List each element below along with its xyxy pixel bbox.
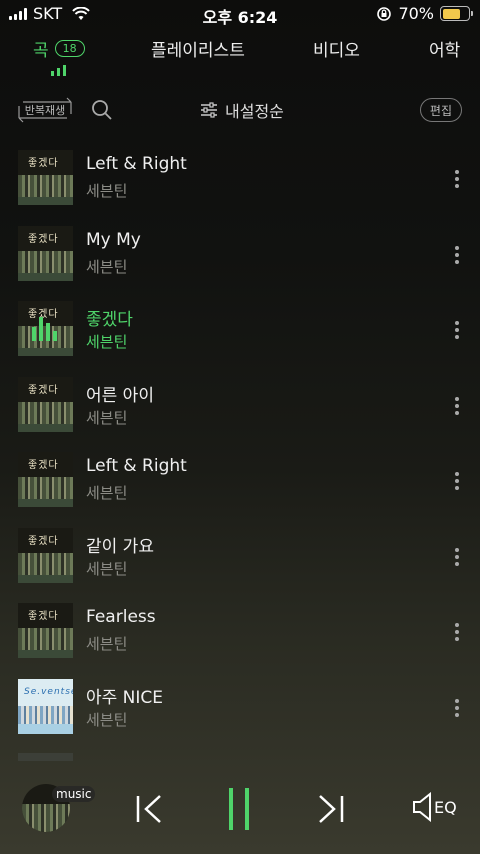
song-artist: 세븐틴 [86, 484, 128, 502]
more-options-icon[interactable] [447, 168, 467, 190]
song-artist: 세븐틴 [86, 182, 128, 200]
now-playing-indicator-icon [51, 64, 66, 76]
sort-label: 내설정순 [225, 102, 284, 121]
song-row[interactable]: 좋겠다 Fearless 세븐틴 [0, 599, 480, 675]
song-title: 좋겠다 [86, 310, 133, 330]
song-row[interactable]: 좋겠다 같이 가요세븐틴 [0, 524, 480, 600]
tab-playlist[interactable]: 플레이리스트 [151, 36, 245, 61]
song-row[interactable]: Se.ventsen 아주 NICE 세븐틴 [0, 675, 480, 751]
battery-percent: 70% [398, 4, 434, 23]
song-title: 같이 가요 [86, 536, 154, 557]
song-title: 아주 NICE [86, 687, 164, 708]
album-art-text: Se.ventsen [24, 686, 73, 697]
speaker-icon [413, 792, 431, 822]
more-options-icon[interactable] [447, 244, 467, 266]
repeat-label: 반복재생 [24, 104, 66, 117]
song-artist: 세븐틴 [86, 408, 128, 427]
more-options-icon[interactable] [447, 621, 467, 643]
song-title: Fearless [86, 607, 156, 627]
battery-fill [442, 8, 460, 19]
song-title: My My [86, 229, 141, 250]
song-row[interactable]: 좋겠다 Left & Right 세븐틴 [0, 146, 480, 222]
song-list: 좋겠다 Left & Right 세븐틴 좋겠다 My My 세븐틴 좋겠다 좋겠다 세븐틴 좋겠… [0, 146, 480, 750]
previous-track-icon[interactable] [134, 794, 166, 824]
album-art-text: 좋겠다 [28, 158, 59, 169]
album-art-text: 좋겠다 [28, 384, 59, 396]
rotation-lock-icon [377, 6, 392, 21]
playing-equalizer-icon [32, 315, 57, 341]
eq-button[interactable]: EQ [412, 792, 457, 822]
tab-songs[interactable]: 곡 18 [33, 36, 85, 61]
tab-video[interactable]: 비디오 [313, 36, 360, 61]
album-art: Se.ventsen [18, 678, 73, 734]
song-artist: 세븐틴 [86, 333, 128, 351]
song-artist: 세븐틴 [86, 257, 128, 276]
more-options-icon[interactable] [447, 319, 467, 341]
more-options-icon[interactable] [447, 395, 467, 417]
album-art-text: 좋겠다 [28, 535, 59, 547]
song-row[interactable]: 좋겠다 Left & Right 세븐틴 [0, 448, 480, 524]
repeat-button[interactable]: 반복재생 [17, 96, 73, 124]
more-options-icon[interactable] [447, 697, 467, 719]
eq-label: EQ [434, 797, 457, 817]
song-title: 어른 아이 [86, 385, 154, 406]
album-art: 좋겠다 [18, 301, 73, 356]
song-row[interactable]: 좋겠다 My My 세븐틴 [0, 222, 480, 298]
song-row[interactable]: 좋겠다 어른 아이세븐틴 [0, 373, 480, 449]
song-title: Left & Right [86, 154, 187, 174]
edit-button[interactable]: 편집 [419, 98, 462, 122]
list-toolbar: 반복재생 내설정순 편집 [0, 94, 480, 128]
tab-study[interactable]: 어학 [429, 36, 460, 61]
album-art: 좋겠다 [18, 527, 73, 583]
album-art: 좋겠다 [18, 603, 73, 658]
song-artist: 세븐틴 [86, 559, 128, 578]
partial-album-art [18, 753, 73, 761]
album-art-text: 좋겠다 [28, 460, 59, 471]
album-art: 좋겠다 [18, 225, 73, 281]
sort-settings-icon [201, 102, 217, 118]
next-track-icon[interactable] [314, 794, 346, 824]
album-art: 좋겠다 [18, 376, 73, 432]
mini-player: music EQ [0, 770, 480, 854]
status-bar: SKT 오후 6:24 70% [0, 0, 480, 28]
album-art-text: 좋겠다 [28, 611, 59, 622]
tab-songs-label: 곡 [33, 41, 49, 61]
song-title: Left & Right [86, 456, 187, 476]
album-art: 좋겠다 [18, 452, 73, 507]
album-art-text: 좋겠다 [28, 233, 59, 245]
battery-icon [440, 6, 473, 21]
more-options-icon[interactable] [447, 546, 467, 568]
more-options-icon[interactable] [447, 470, 467, 492]
sort-button[interactable]: 내설정순 [200, 98, 284, 122]
pause-icon[interactable] [224, 786, 254, 832]
category-tabs: 곡 18 플레이리스트 비디오 어학 [0, 36, 480, 61]
song-row[interactable]: 좋겠다 좋겠다세븐틴 [0, 297, 480, 373]
music-source-label: music [52, 786, 96, 802]
status-right: 70% [376, 4, 473, 23]
song-artist: 세븐틴 [86, 710, 128, 729]
album-art: 좋겠다 [18, 150, 73, 205]
search-icon[interactable] [91, 99, 113, 121]
song-artist: 세븐틴 [86, 635, 128, 653]
songs-count-badge: 18 [54, 40, 85, 57]
